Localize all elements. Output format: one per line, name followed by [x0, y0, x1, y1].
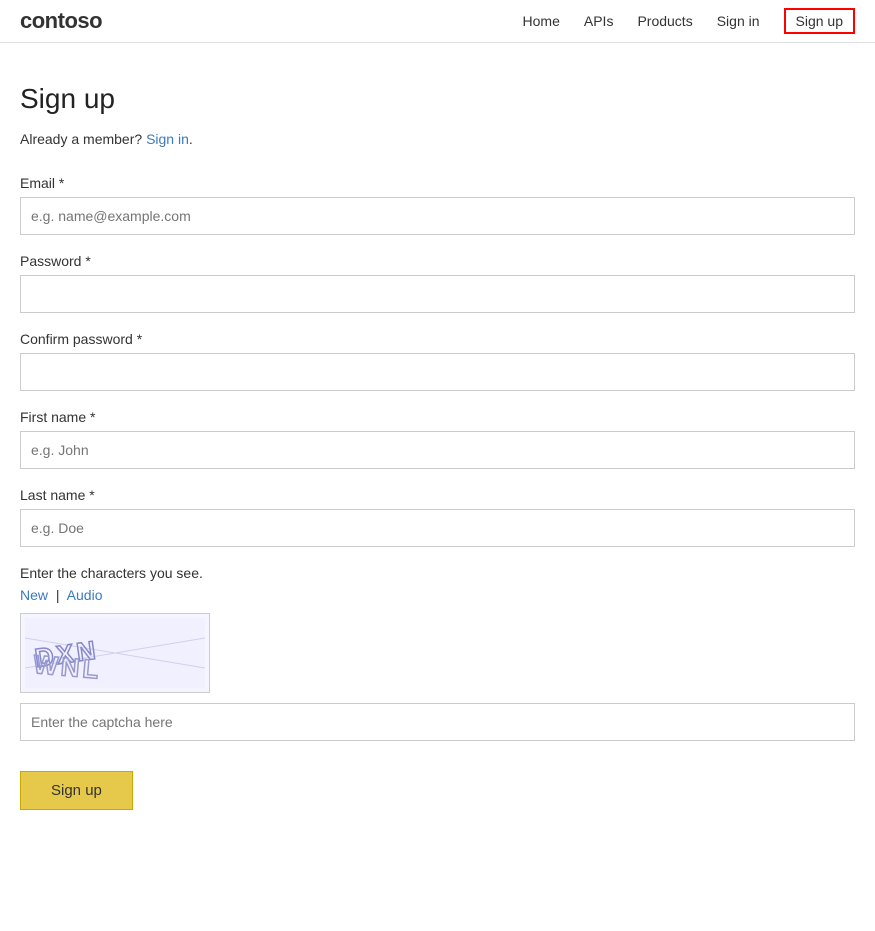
captcha-audio-link[interactable]: Audio [67, 587, 103, 603]
email-input[interactable] [20, 197, 855, 235]
firstname-group: First name * [20, 409, 855, 469]
email-group: Email * [20, 175, 855, 235]
lastname-input[interactable] [20, 509, 855, 547]
logo: contoso [20, 8, 102, 34]
page-title: Sign up [20, 83, 855, 115]
signin-link[interactable]: Sign in [146, 131, 189, 147]
password-group: Password * [20, 253, 855, 313]
captcha-section: Enter the characters you see. New | Audi… [20, 565, 855, 741]
firstname-input[interactable] [20, 431, 855, 469]
nav-signin[interactable]: Sign in [717, 13, 760, 29]
main-nav: Home APIs Products Sign in Sign up [523, 8, 855, 34]
captcha-image: DXN WNL [20, 613, 210, 693]
captcha-instruction: Enter the characters you see. [20, 565, 855, 581]
confirm-password-label: Confirm password * [20, 331, 855, 347]
site-header: contoso Home APIs Products Sign in Sign … [0, 0, 875, 43]
captcha-svg: DXN WNL [25, 618, 205, 688]
lastname-label: Last name * [20, 487, 855, 503]
nav-products[interactable]: Products [637, 13, 692, 29]
svg-text:WNL: WNL [32, 649, 103, 685]
captcha-separator: | [56, 587, 60, 603]
main-content: Sign up Already a member? Sign in. Email… [0, 43, 875, 850]
lastname-group: Last name * [20, 487, 855, 547]
captcha-links: New | Audio [20, 587, 855, 603]
confirm-password-input[interactable] [20, 353, 855, 391]
captcha-input[interactable] [20, 703, 855, 741]
password-label: Password * [20, 253, 855, 269]
email-label: Email * [20, 175, 855, 191]
firstname-label: First name * [20, 409, 855, 425]
already-member-text: Already a member? Sign in. [20, 131, 855, 147]
password-input[interactable] [20, 275, 855, 313]
nav-home[interactable]: Home [523, 13, 560, 29]
confirm-password-group: Confirm password * [20, 331, 855, 391]
signup-button[interactable]: Sign up [20, 771, 133, 810]
captcha-new-link[interactable]: New [20, 587, 48, 603]
nav-signup[interactable]: Sign up [784, 8, 855, 34]
nav-apis[interactable]: APIs [584, 13, 614, 29]
